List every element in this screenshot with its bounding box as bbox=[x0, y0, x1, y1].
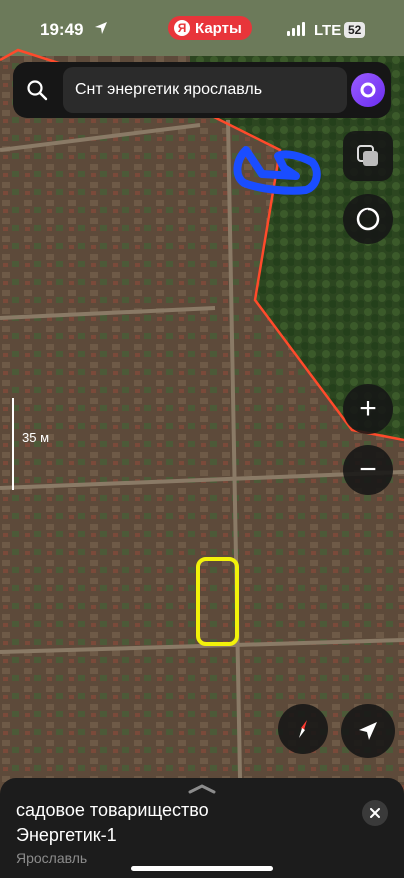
scale-label: 35 м bbox=[22, 430, 50, 445]
zoom-out-button[interactable]: − bbox=[343, 445, 393, 495]
search-input[interactable]: Снт энергетик ярославль bbox=[63, 67, 347, 113]
place-card[interactable]: садовое товарищество Энергетик-1 Ярослав… bbox=[0, 778, 404, 878]
search-button[interactable] bbox=[13, 62, 61, 118]
map-scale: 35 м bbox=[12, 398, 52, 490]
back-to-app-link[interactable]: Я Карты bbox=[168, 16, 252, 40]
place-name: Энергетик-1 bbox=[16, 825, 117, 845]
back-to-app-label: Карты bbox=[195, 19, 242, 37]
zoom-out-label: − bbox=[359, 453, 377, 486]
my-location-button[interactable] bbox=[341, 704, 395, 758]
layers-icon bbox=[357, 145, 378, 166]
cellular-signal-icon bbox=[287, 22, 305, 36]
scale-line bbox=[12, 398, 14, 490]
battery-indicator: 52 bbox=[344, 22, 366, 38]
status-time: 19:49 bbox=[40, 20, 84, 39]
search-icon bbox=[27, 80, 48, 101]
location-arrow-icon bbox=[94, 21, 108, 39]
search-bar: Снт энергетик ярославль bbox=[13, 62, 391, 118]
compass-icon bbox=[299, 720, 307, 738]
network-type: LTE bbox=[314, 22, 342, 39]
layers-button[interactable] bbox=[343, 131, 393, 181]
satellite-map[interactable] bbox=[0, 0, 404, 878]
close-icon bbox=[370, 808, 380, 818]
chevron-up-icon[interactable] bbox=[188, 784, 216, 794]
yandex-logo-icon: Я bbox=[174, 20, 190, 36]
compass-button[interactable] bbox=[278, 704, 328, 754]
home-indicator bbox=[131, 866, 273, 871]
circle-icon bbox=[356, 207, 380, 231]
place-city: Ярославль bbox=[16, 850, 88, 866]
alice-assistant-icon bbox=[360, 82, 376, 98]
close-button[interactable] bbox=[362, 800, 388, 826]
routes-button[interactable] bbox=[343, 194, 393, 244]
zoom-in-label: + bbox=[359, 392, 377, 425]
zoom-in-button[interactable]: + bbox=[343, 384, 393, 434]
voice-assistant-button[interactable] bbox=[351, 73, 385, 107]
place-type: садовое товарищество bbox=[16, 800, 209, 820]
navigation-arrow-icon bbox=[359, 722, 377, 740]
status-bar: 19:49 Я Карты LTE 52 bbox=[0, 0, 404, 56]
